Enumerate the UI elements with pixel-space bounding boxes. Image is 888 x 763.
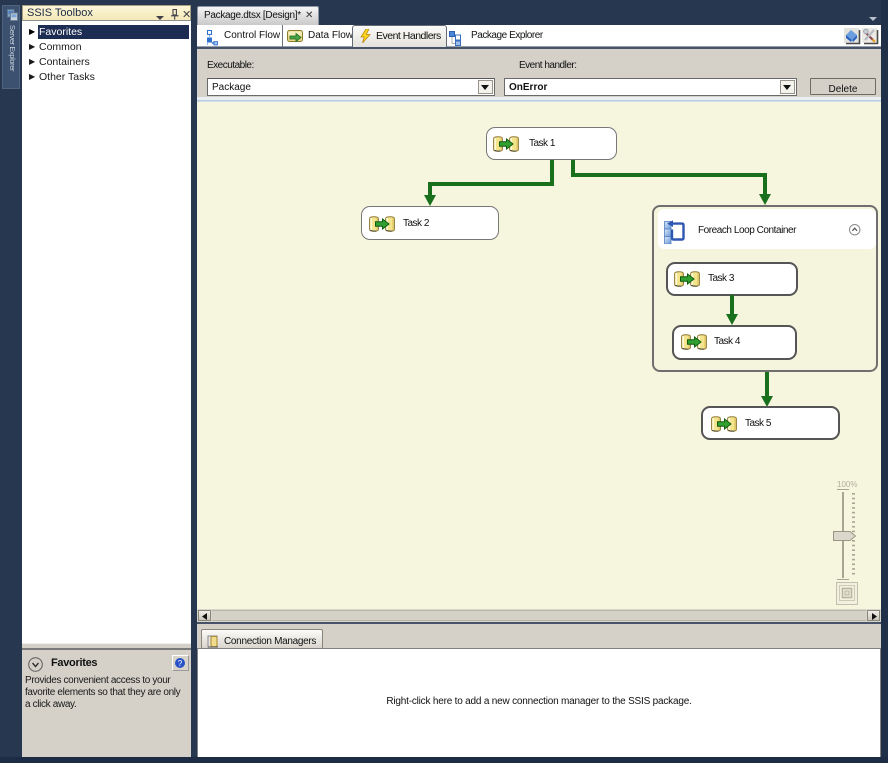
svg-text:?: ?	[178, 659, 183, 668]
